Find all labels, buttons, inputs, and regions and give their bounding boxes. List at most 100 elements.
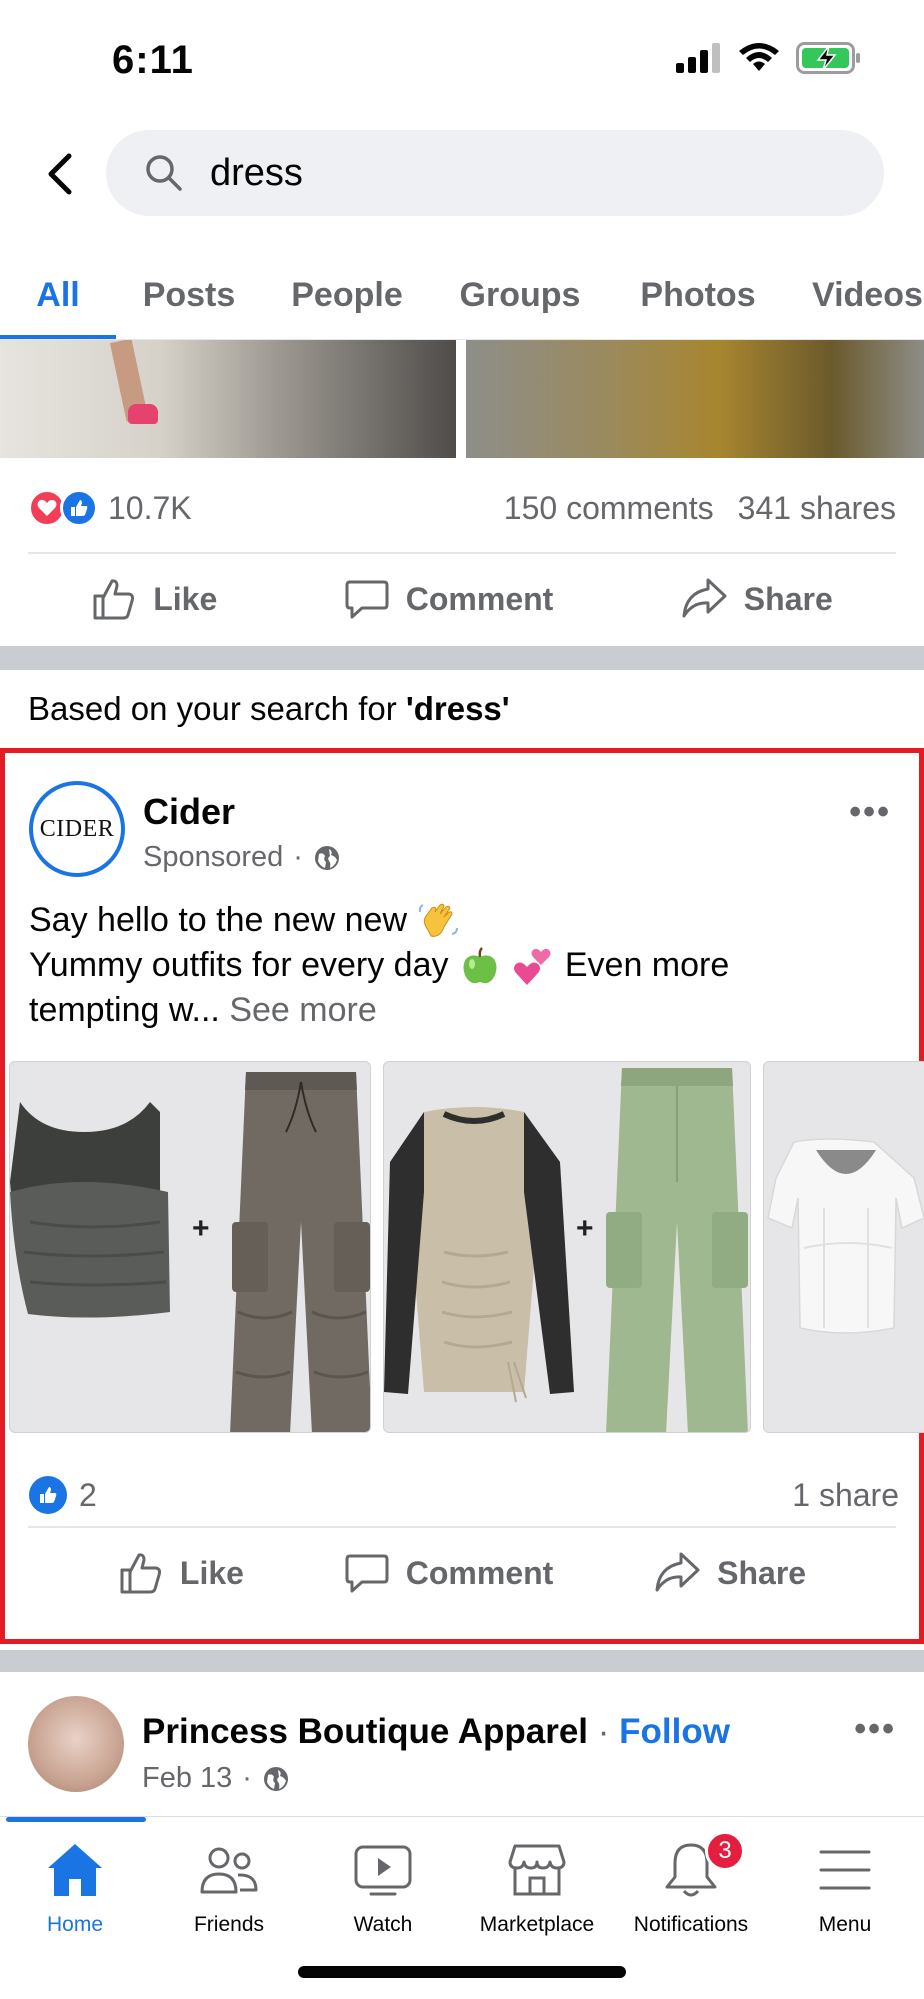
comment-icon [345,1554,389,1593]
nav-friends[interactable]: Friends [154,1839,304,1937]
nav-menu[interactable]: Menu [770,1839,920,1937]
reaction-icons[interactable] [28,489,98,527]
page-name[interactable]: Princess Boutique Apparel [142,1712,588,1751]
comment-button[interactable]: Comment [344,576,554,622]
nav-home[interactable]: Home [0,1839,150,1937]
nav-watch[interactable]: Watch [308,1839,458,1937]
nav-menu-label: Menu [818,1913,872,1936]
cargo-pants-image [230,1072,370,1432]
post-date[interactable]: Feb 13 [142,1762,232,1795]
post-text-line3: tempting w... [29,991,220,1030]
next-post-header: Princess Boutique Apparel · Follow Feb 1… [0,1666,924,1816]
two-hearts-icon [514,948,551,986]
like-button[interactable]: Like [91,576,217,622]
ad-comment-button[interactable]: Comment [344,1550,554,1596]
ad-like-button[interactable]: Like [118,1550,244,1596]
page-name-line: Princess Boutique Apparel · Follow [142,1712,730,1752]
section-label: Based on your search for 'dress' [28,690,510,728]
advertiser-name[interactable]: Cider [143,791,235,833]
home-icon [45,1839,105,1901]
share-label: Share [717,1554,807,1591]
ad-reactions-row: 2 1 share [29,1465,899,1525]
wifi-icon [739,43,779,71]
nav-marketplace-label: Marketplace [479,1913,595,1936]
thumbs-up-icon [120,1553,161,1594]
section-label-query: 'dress' [405,690,510,727]
globe-icon [263,1766,288,1791]
post-options-button[interactable]: ••• [849,793,891,832]
avatar[interactable] [28,1696,124,1792]
tab-people[interactable]: People [262,250,432,339]
search-tabs: All Posts People Groups Photos Videos [0,250,924,340]
search-icon [144,153,184,193]
product-carousel[interactable]: + + [9,1061,924,1433]
green-cargo-pants-image [606,1068,748,1432]
section-label-prefix: Based on your search for [28,690,406,727]
white-corset-top-image [767,1138,924,1334]
meta-separator: · [293,841,303,873]
comment-label: Comment [405,580,554,617]
battery-charging-icon [796,42,860,74]
post-actions: Like Comment Share [28,554,896,644]
hamburger-menu-icon [817,1839,873,1901]
carousel-card-1[interactable]: + [9,1061,371,1433]
post-options-button[interactable]: ••• [854,1710,896,1749]
tab-all[interactable]: All [0,250,116,339]
globe-icon [314,845,339,870]
search-input[interactable]: dress [106,130,884,216]
comments-count[interactable]: 150 comments [504,490,714,527]
post-text-line1: Say hello to the new new [29,901,408,939]
status-bar: 6:11 [0,0,924,120]
tab-posts[interactable]: Posts [116,250,262,339]
post-photo-strip[interactable] [0,340,924,460]
ad-share-count[interactable]: 1 share [792,1477,899,1514]
back-arrow-icon [48,153,72,195]
comment-icon [345,580,389,619]
marketplace-icon [507,1839,567,1901]
active-tab-indicator [6,1817,146,1822]
back-button[interactable] [34,142,84,206]
comment-label: Comment [405,1554,554,1591]
home-indicator-bar[interactable] [298,1966,626,1978]
carousel-card-2[interactable]: + [383,1061,751,1433]
avatar-logo-text: CIDER [39,815,115,842]
tab-videos[interactable]: Videos [788,250,924,339]
shares-count[interactable]: 341 shares [738,490,896,527]
post-photo-1[interactable] [0,340,456,458]
notification-badge: 3 [705,1831,745,1871]
post-text: Say hello to the new new Yummy outfits f… [29,899,899,1032]
plus-sign: + [576,1212,594,1245]
ad-share-button[interactable]: Share [653,1550,806,1596]
feed-separator [0,646,924,670]
carousel-card-3[interactable] [763,1061,924,1433]
like-reaction-icon[interactable] [29,1476,67,1514]
raglan-top-image [384,1107,574,1403]
green-apple-icon [463,947,497,984]
avatar[interactable]: CIDER [29,781,125,877]
post-text-line2: Yummy outfits for every day [29,946,449,985]
follow-button[interactable]: Follow [619,1712,730,1751]
ad-actions: Like Comment Share [28,1528,896,1618]
watch-icon [353,1839,413,1901]
nav-watch-label: Watch [353,1913,413,1936]
share-button[interactable]: Share [680,576,833,622]
friends-icon [198,1839,260,1901]
post-photo-2[interactable] [466,340,924,458]
search-header: dress [0,120,924,230]
nav-marketplace[interactable]: Marketplace [462,1839,612,1937]
share-icon [655,1552,700,1592]
search-query: dress [210,151,303,194]
see-more-link[interactable]: See more [229,991,376,1029]
post-text-line2b: Even more [564,946,730,985]
tab-photos[interactable]: Photos [608,250,788,339]
status-icons [676,42,862,74]
nav-notifications[interactable]: 3 Notifications [616,1831,766,1937]
sponsored-label: Sponsored [143,841,284,873]
bell-icon: 3 [663,1831,745,1901]
meta-separator: · [242,1762,252,1794]
reaction-count[interactable]: 10.7K [108,490,192,527]
nav-home-label: Home [46,1913,104,1936]
ad-reaction-count[interactable]: 2 [79,1477,97,1514]
post-meta: Feb 13 · [142,1762,290,1795]
tab-groups[interactable]: Groups [432,250,608,339]
